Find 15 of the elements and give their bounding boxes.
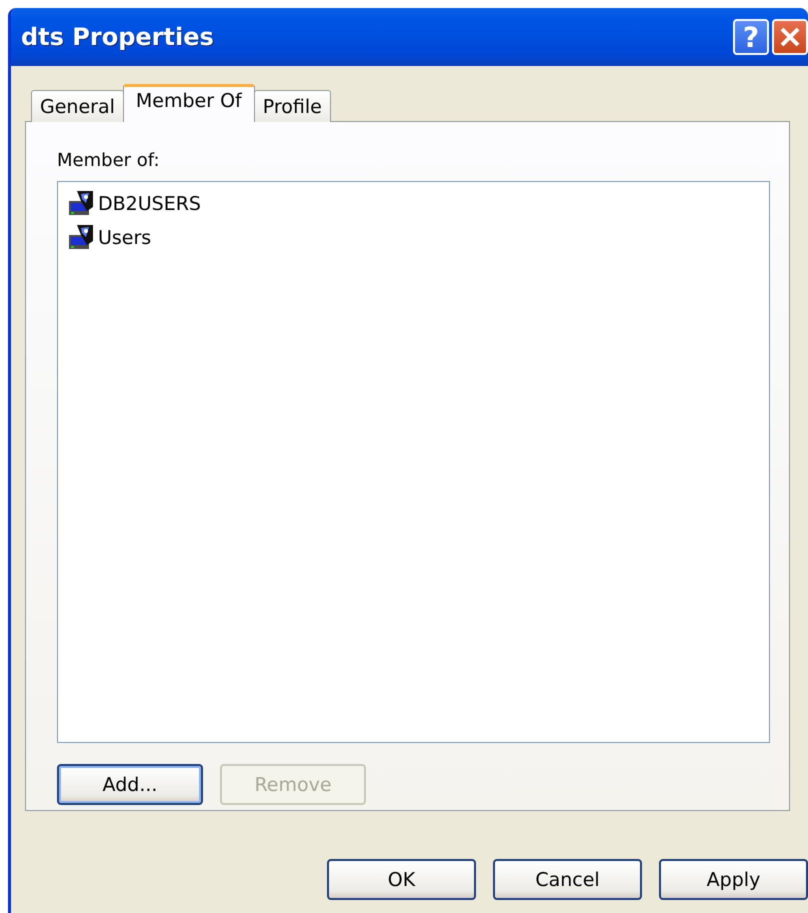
close-icon[interactable] [779, 26, 801, 48]
dialog-button[interactable]: OK [327, 859, 476, 900]
tab[interactable]: General [31, 90, 124, 122]
group-name: Users [98, 227, 152, 249]
list-label: Member of: [57, 150, 160, 171]
dialog-button[interactable]: Cancel [493, 859, 642, 900]
dialog-button[interactable]: Apply [659, 859, 808, 900]
member-list[interactable]: DB2USERS Users [57, 181, 770, 743]
tab[interactable]: Profile [254, 90, 331, 122]
close-button[interactable] [772, 19, 808, 55]
dialog-button[interactable]: Add... [57, 764, 203, 805]
help-button[interactable]: ? [733, 19, 769, 55]
group-name: DB2USERS [98, 193, 201, 215]
window-title: dts Properties [21, 23, 215, 51]
tab[interactable]: Member Of [122, 84, 255, 122]
